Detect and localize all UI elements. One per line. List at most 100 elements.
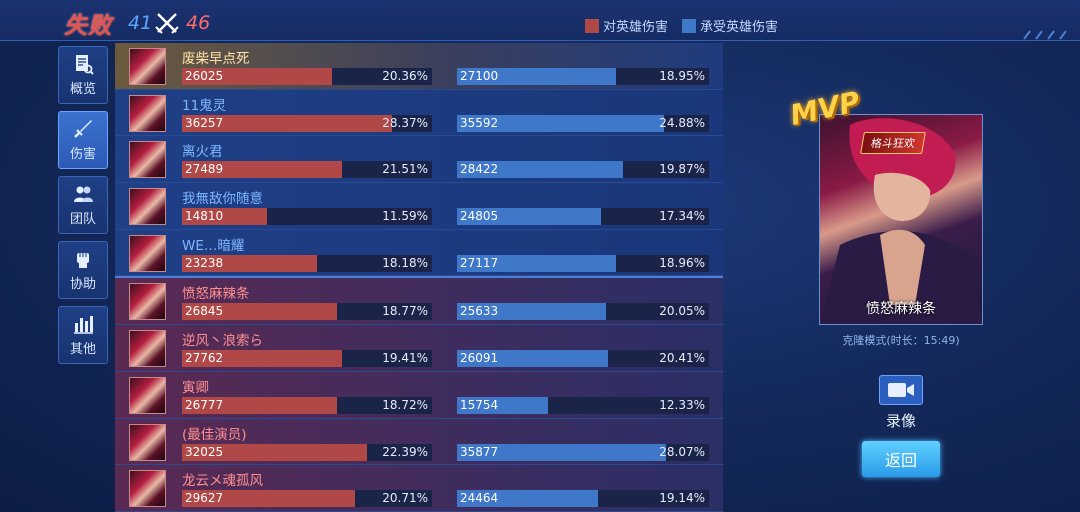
table-row[interactable]: 废柴早点死 26025 20.36% 27100 18.95% xyxy=(115,43,723,90)
damage-dealt-percent: 11.59% xyxy=(382,209,428,224)
hero-avatar xyxy=(129,234,166,272)
damage-taken-percent: 19.87% xyxy=(659,162,705,177)
damage-taken-bar: 15754 12.33% xyxy=(457,396,709,414)
sidebar-item-label: 概览 xyxy=(69,82,96,97)
back-button[interactable]: 返回 xyxy=(862,441,940,477)
damage-taken-value: 27100 xyxy=(460,69,499,83)
damage-dealt-value: 27489 xyxy=(185,162,224,177)
crossed-swords-icon xyxy=(155,13,179,34)
damage-dealt-percent: 20.36% xyxy=(382,69,428,83)
hero-avatar xyxy=(129,94,166,132)
damage-dealt-bar: 26777 18.72% xyxy=(182,396,432,414)
match-mode-duration: 克隆模式(时长：15:49) xyxy=(842,334,960,347)
damage-dealt-value: 32025 xyxy=(185,444,224,459)
sidebar-item-overview[interactable]: 概览 xyxy=(58,46,108,104)
player-name: 寅卿 xyxy=(182,379,209,396)
table-row[interactable]: 龙云メ魂孤风 29627 20.71% 24464 19.14% xyxy=(115,465,723,512)
table-row[interactable]: 11鬼灵 36257 28.37% 35592 24.88% xyxy=(115,89,723,137)
hero-avatar xyxy=(129,330,166,368)
damage-dealt-bar: 27762 19.41% xyxy=(182,350,432,368)
hero-avatar xyxy=(129,141,166,179)
damage-taken-bar: 24805 17.34% xyxy=(457,208,709,226)
damage-taken-bar: 26091 20.41% xyxy=(457,350,709,368)
sidebar: 概览 伤害 团队 协助 其他 xyxy=(58,46,110,371)
table-row[interactable]: 逆风丶浪索ら 27762 19.41% 26091 20.41% xyxy=(115,325,723,372)
table-row[interactable]: (最佳演员) 32025 22.39% 35877 28.07% xyxy=(115,418,723,466)
damage-dealt-percent: 18.18% xyxy=(382,255,428,270)
damage-dealt-bar: 32025 22.39% xyxy=(182,443,432,461)
blue-team-kills: 41 xyxy=(128,12,153,34)
mvp-player-name: 愤怒麻辣条 xyxy=(866,301,936,317)
hero-avatar xyxy=(129,283,166,321)
damage-taken-value: 35877 xyxy=(460,444,499,459)
damage-dealt-bar: 36257 28.37% xyxy=(182,114,432,132)
table-row[interactable]: 愤怒麻辣条 26845 18.77% 25633 20.05% xyxy=(115,278,723,326)
sidebar-item-team[interactable]: 团队 xyxy=(58,176,108,234)
overview-icon xyxy=(76,55,94,75)
damage-taken-bar: 24464 19.14% xyxy=(457,490,709,508)
damage-taken-bar: 25633 20.05% xyxy=(457,303,709,321)
legend-label-dealt: 对英雄伤害 xyxy=(603,20,669,35)
damage-taken-percent: 12.33% xyxy=(659,397,705,412)
damage-dealt-percent: 22.39% xyxy=(382,444,428,459)
damage-dealt-percent: 20.71% xyxy=(382,491,428,506)
table-row[interactable]: 离火君 27489 21.51% 28422 19.87% xyxy=(115,136,723,184)
damage-dealt-bar: 27489 21.51% xyxy=(182,161,432,179)
damage-taken-value: 15754 xyxy=(460,397,499,412)
player-name: 11鬼灵 xyxy=(182,97,227,114)
damage-taken-percent: 20.05% xyxy=(659,304,705,319)
hero-avatar xyxy=(129,48,166,85)
player-name: (最佳演员) xyxy=(182,426,247,443)
player-name: 废柴早点死 xyxy=(182,51,250,67)
sidebar-item-damage[interactable]: 伤害 xyxy=(58,111,108,169)
sidebar-item-other[interactable]: 其他 xyxy=(58,306,108,364)
replay-button[interactable] xyxy=(879,375,923,405)
sword-icon xyxy=(74,120,92,138)
mvp-mode-tag: 格斗狂欢 xyxy=(860,132,926,154)
legend-damage-taken: 承受英雄伤害 xyxy=(682,16,778,35)
damage-dealt-bar: 23238 18.18% xyxy=(182,254,432,272)
sidebar-item-label: 团队 xyxy=(69,212,96,227)
table-row[interactable]: 我無敌你随意 14810 11.59% 24805 17.34% xyxy=(115,183,723,230)
player-name: WE…暗耀 xyxy=(182,237,245,254)
damage-taken-percent: 17.34% xyxy=(659,209,705,224)
damage-dealt-value: 29627 xyxy=(185,491,224,506)
sidebar-item-assist[interactable]: 协助 xyxy=(58,241,108,299)
damage-taken-percent: 19.14% xyxy=(659,491,705,506)
damage-taken-bar: 35877 28.07% xyxy=(457,443,709,461)
damage-dealt-bar: 29627 20.71% xyxy=(182,490,432,508)
legend-swatch-taken xyxy=(682,18,696,33)
damage-taken-percent: 18.96% xyxy=(659,255,705,270)
player-name: 离火君 xyxy=(182,144,223,161)
decorative-slashes-icon xyxy=(1023,30,1067,40)
damage-taken-percent: 20.41% xyxy=(659,351,705,366)
sidebar-item-label: 其他 xyxy=(69,342,96,357)
table-row[interactable]: 寅卿 26777 18.72% 15754 12.33% xyxy=(115,371,723,419)
hero-avatar xyxy=(129,423,166,461)
red-team-kills: 46 xyxy=(186,12,211,34)
legend-damage-dealt: 对英雄伤害 xyxy=(585,16,668,35)
damage-dealt-bar: 14810 11.59% xyxy=(182,208,432,226)
damage-dealt-value: 26025 xyxy=(185,69,224,83)
damage-dealt-value: 27762 xyxy=(185,351,224,366)
sidebar-item-label: 协助 xyxy=(69,277,96,292)
table-row[interactable]: WE…暗耀 23238 18.18% 27117 18.96% xyxy=(115,229,723,277)
hero-avatar xyxy=(129,376,166,414)
damage-dealt-value: 26845 xyxy=(185,304,224,319)
damage-dealt-percent: 28.37% xyxy=(382,115,428,130)
damage-taken-bar: 27117 18.96% xyxy=(457,254,709,272)
damage-taken-value: 24464 xyxy=(460,491,499,506)
damage-dealt-value: 14810 xyxy=(185,209,224,224)
damage-taken-value: 25633 xyxy=(460,304,499,319)
damage-dealt-bar: 26845 18.77% xyxy=(182,303,432,321)
top-bar: 失败 41 46 对英雄伤害 承受英雄伤害 xyxy=(0,0,1080,41)
damage-taken-percent: 24.88% xyxy=(659,115,705,130)
damage-dealt-value: 26777 xyxy=(185,397,224,412)
sidebar-item-label: 伤害 xyxy=(69,147,96,162)
damage-dealt-percent: 19.41% xyxy=(382,351,428,366)
legend-label-taken: 承受英雄伤害 xyxy=(700,20,779,35)
legend-swatch-dealt xyxy=(585,18,599,33)
player-name: 逆风丶浪索ら xyxy=(182,333,263,350)
player-name: 我無敌你随意 xyxy=(182,191,263,208)
replay-label: 录像 xyxy=(885,412,916,430)
